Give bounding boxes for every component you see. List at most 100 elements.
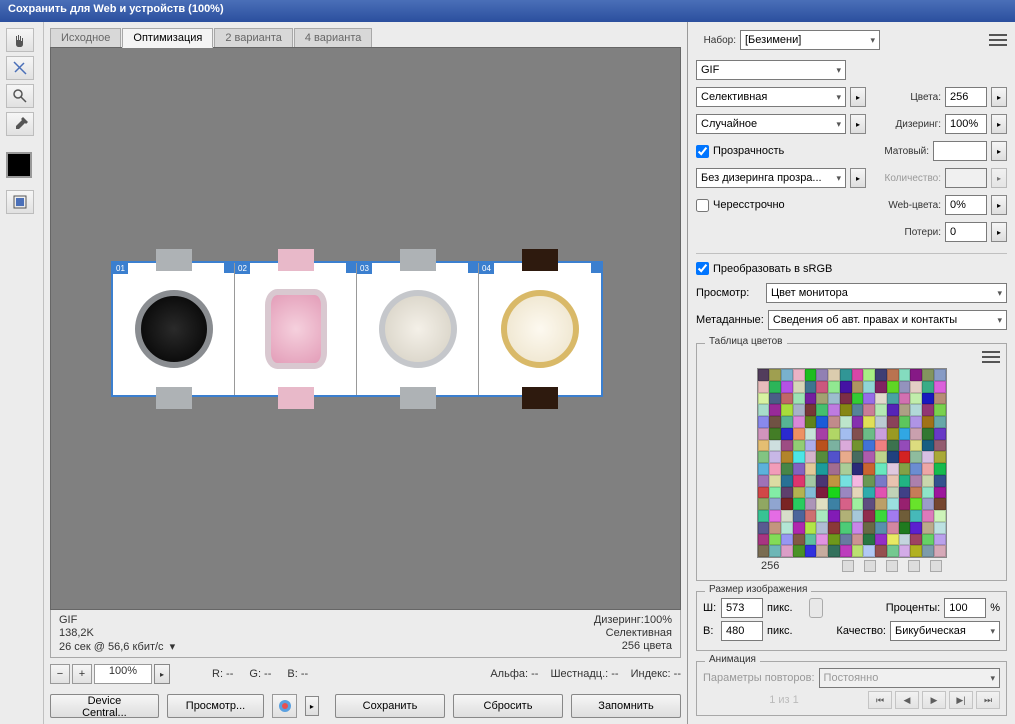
preview-select[interactable]: Цвет монитора	[766, 283, 1007, 303]
readout-hex: Шестнадц.: --	[550, 668, 618, 680]
percent-input[interactable]: 100	[944, 598, 986, 618]
readout-b: B: --	[287, 668, 308, 680]
trans-dither-menu[interactable]: ▸	[850, 168, 866, 188]
readout-index: Индекс: --	[631, 668, 681, 680]
colors-label: Цвета:	[885, 92, 941, 103]
tab-original[interactable]: Исходное	[50, 28, 121, 48]
slice-3[interactable]: 03	[357, 263, 479, 395]
lossy-label: Потери:	[885, 227, 941, 238]
colors-input[interactable]: 256	[945, 87, 987, 107]
metadata-select[interactable]: Сведения об авт. правах и контакты	[768, 310, 1007, 330]
anim-play-icon: ▶	[922, 691, 946, 709]
preset-menu-icon[interactable]	[989, 33, 1007, 47]
loop-label: Параметры повторов:	[703, 672, 815, 684]
transparency-checkbox[interactable]: Прозрачность	[696, 145, 784, 158]
quality-select[interactable]: Бикубическая	[890, 621, 1000, 641]
trans-dither-select[interactable]: Без дизеринга прозра...	[696, 168, 846, 188]
dither-amount-menu[interactable]: ▸	[991, 114, 1007, 134]
ct-delete-icon[interactable]	[930, 560, 942, 572]
ct-snap-icon[interactable]	[842, 560, 854, 572]
loop-select: Постоянно	[819, 668, 1000, 688]
ct-map-icon[interactable]	[886, 560, 898, 572]
amount-input	[945, 168, 987, 188]
format-select[interactable]: GIF	[696, 60, 846, 80]
browser-preview-icon[interactable]	[272, 694, 297, 718]
cancel-button[interactable]: Сбросить	[453, 694, 563, 718]
eyedropper-tool[interactable]	[6, 112, 34, 136]
animation-panel: Анимация Параметры повторов: Постоянно 1…	[696, 661, 1007, 716]
readout-alpha: Альфа: --	[490, 668, 538, 680]
zoom-out-button[interactable]: −	[50, 664, 70, 684]
matte-swatch[interactable]	[933, 141, 987, 161]
readout-g: G: --	[249, 668, 271, 680]
web-snap-input[interactable]: 0%	[945, 195, 987, 215]
anim-first-icon: ⏮	[868, 691, 892, 709]
constrain-icon[interactable]	[809, 598, 823, 618]
matte-label: Матовый:	[873, 146, 929, 157]
zoom-input[interactable]: 100%	[94, 664, 152, 684]
interlace-checkbox[interactable]: Чересстрочно	[696, 199, 785, 212]
dither-input[interactable]: 100%	[945, 114, 987, 134]
dither-menu[interactable]: ▸	[850, 114, 866, 134]
device-central-button[interactable]: Device Central...	[50, 694, 159, 718]
preset-select[interactable]: [Безимени]	[740, 30, 880, 50]
lossy-input[interactable]: 0	[945, 222, 987, 242]
anim-prev-icon: ◀	[895, 691, 919, 709]
done-button[interactable]: Запомнить	[571, 694, 681, 718]
tab-2up[interactable]: 2 варианта	[214, 28, 293, 48]
color-count: 256	[761, 560, 779, 572]
hand-tool[interactable]	[6, 28, 34, 52]
tab-optimized[interactable]: Оптимизация	[122, 28, 213, 48]
slice-tool[interactable]	[6, 56, 34, 80]
web-snap-menu[interactable]: ▸	[991, 195, 1007, 215]
dither-label: Дизеринг:	[885, 119, 941, 130]
percent-label: Проценты:	[886, 602, 941, 614]
view-tabs: Исходное Оптимизация 2 варианта 4 вариан…	[50, 28, 681, 48]
anim-next-icon: ▶|	[949, 691, 973, 709]
optimization-info: GIFДизеринг:100% 138,2KСелективная 26 се…	[50, 610, 681, 658]
slice-2[interactable]: 02	[235, 263, 357, 395]
image-preview: 01 02 03 04	[111, 261, 603, 397]
window-title: Сохранить для Web и устройств (100%)	[0, 0, 1015, 22]
preview-canvas[interactable]: 01 02 03 04	[50, 47, 681, 610]
color-table-panel: Таблица цветов 256	[696, 343, 1007, 581]
browser-menu[interactable]: ▸	[305, 696, 319, 716]
tab-4up[interactable]: 4 варианта	[294, 28, 373, 48]
readout-r: R: --	[212, 668, 233, 680]
frame-counter: 1 из 1	[703, 694, 865, 706]
ct-lock-icon[interactable]	[864, 560, 876, 572]
preview-label: Просмотр:	[696, 287, 762, 299]
toggle-slices-icon[interactable]	[6, 190, 34, 214]
lossy-menu[interactable]: ▸	[991, 222, 1007, 242]
color-table[interactable]	[757, 368, 947, 558]
tool-palette	[0, 22, 44, 724]
width-label: Ш:	[703, 602, 717, 614]
metadata-label: Метаданные:	[696, 314, 764, 326]
preview-button[interactable]: Просмотр...	[167, 694, 264, 718]
colors-menu[interactable]: ▸	[991, 87, 1007, 107]
height-input[interactable]: 480	[721, 621, 763, 641]
srgb-checkbox[interactable]: Преобразовать в sRGB	[696, 262, 1007, 275]
image-size-panel: Размер изображения Ш: 573 пикс. Проценты…	[696, 591, 1007, 651]
quality-label: Качество:	[836, 625, 886, 637]
palette-select[interactable]: Селективная	[696, 87, 846, 107]
dither-select[interactable]: Случайное	[696, 114, 846, 134]
save-button[interactable]: Сохранить	[335, 694, 445, 718]
ct-new-icon[interactable]	[908, 560, 920, 572]
amount-label: Количество:	[885, 173, 941, 184]
web-snap-label: Web-цвета:	[885, 200, 941, 211]
status-bar: − + 100% ▸ R: -- G: -- B: -- Альфа: -- Ш…	[50, 658, 681, 690]
slice-1[interactable]: 01	[113, 263, 235, 395]
matte-menu[interactable]: ▸	[991, 141, 1007, 161]
zoom-in-button[interactable]: +	[72, 664, 92, 684]
height-label: В:	[703, 625, 717, 637]
eyedropper-color[interactable]	[6, 152, 32, 178]
amount-menu: ▸	[991, 168, 1007, 188]
anim-last-icon: ⏭	[976, 691, 1000, 709]
zoom-menu[interactable]: ▸	[154, 664, 170, 684]
color-table-menu-icon[interactable]	[982, 350, 1000, 364]
palette-menu[interactable]: ▸	[850, 87, 866, 107]
slice-4[interactable]: 04	[479, 263, 601, 395]
zoom-tool[interactable]	[6, 84, 34, 108]
width-input[interactable]: 573	[721, 598, 763, 618]
